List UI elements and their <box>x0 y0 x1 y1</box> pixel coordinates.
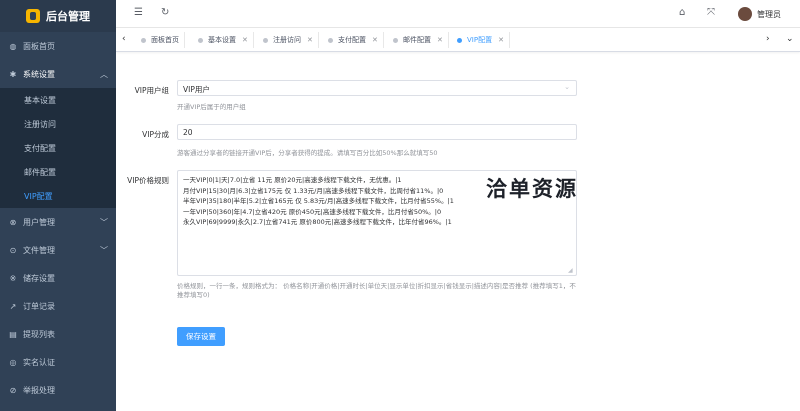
sidebar-item-label: 用户管理 <box>23 217 55 227</box>
tag-label: 注册访问 <box>273 36 301 44</box>
vip-share-value: 20 <box>183 128 193 137</box>
tag-register[interactable]: 注册访问 ✕ <box>258 32 319 48</box>
resize-handle-icon[interactable]: ◢ <box>568 267 573 274</box>
vip-group-value: VIP用户 <box>183 85 210 94</box>
tag-dot-icon <box>328 37 333 43</box>
sidebar-item-label: 举报处理 <box>23 385 55 395</box>
sidebar-item-verify[interactable]: ◎ 实名认证 <box>0 348 116 376</box>
avatar[interactable] <box>738 7 752 21</box>
submenu-item-basic[interactable]: 基本设置 <box>0 88 116 112</box>
sidebar-item-orders[interactable]: ↗ 订单记录 <box>0 292 116 320</box>
app-logo[interactable]: 后台管理 <box>0 0 116 32</box>
sidebar-item-label: 面板首页 <box>23 41 55 51</box>
submenu-item-mail[interactable]: 邮件配置 <box>0 160 116 184</box>
vip-group-hint: 开通VIP后属于的用户组 <box>177 103 246 111</box>
dashboard-icon: ◍ <box>9 41 17 51</box>
close-icon[interactable]: ✕ <box>498 36 504 44</box>
tag-dot-icon <box>198 37 203 43</box>
submenu-item-register[interactable]: 注册访问 <box>0 112 116 136</box>
vip-share-label: VIP分成 <box>142 130 169 139</box>
tag-dot-icon <box>457 37 462 43</box>
vip-share-input[interactable]: 20 <box>177 124 577 140</box>
tag-label: 支付配置 <box>338 36 366 44</box>
chevron-up-icon: ︿ <box>100 69 108 79</box>
logo-icon <box>26 9 40 23</box>
tag-label: 面板首页 <box>151 36 179 44</box>
tag-dot-icon <box>393 37 398 43</box>
storage-icon: ※ <box>9 273 17 283</box>
main-content: VIP用户组 VIP用户 ⌄ 开通VIP后属于的用户组 VIP分成 20 游客通… <box>116 53 800 411</box>
refresh-icon[interactable]: ↻ <box>161 7 169 18</box>
sidebar-item-users[interactable]: ⊗ 用户管理 ﹀ <box>0 208 116 236</box>
gear-icon: ✱ <box>9 69 17 79</box>
vip-price-hint: 价格规则，一行一条，规则格式为： 价格名称|开通价格|开通时长|单位天|显示单位… <box>177 282 576 299</box>
withdraw-icon: ▤ <box>9 329 17 339</box>
home-icon[interactable]: ⌂ <box>679 7 685 18</box>
sidebar: 后台管理 ◍ 面板首页 ✱ 系统设置 ︿ 基本设置 注册访问 支付配置 邮件配置… <box>0 0 116 411</box>
username[interactable]: 管理员 <box>757 9 781 20</box>
tags-view: ‹ 面板首页 基本设置 ✕ 注册访问 ✕ 支付配置 ✕ 邮件配置 ✕ VIP配置… <box>116 28 800 52</box>
tag-vip[interactable]: VIP配置 ✕ <box>452 32 510 48</box>
order-icon: ↗ <box>9 301 17 311</box>
close-icon[interactable]: ✕ <box>437 36 443 44</box>
chevron-down-icon: ﹀ <box>100 217 108 227</box>
close-icon[interactable]: ✕ <box>307 36 313 44</box>
vip-group-label: VIP用户组 <box>134 86 169 95</box>
tag-label: 邮件配置 <box>403 36 431 44</box>
sidebar-item-label: 提现列表 <box>23 329 55 339</box>
system-settings-submenu: 基本设置 注册访问 支付配置 邮件配置 VIP配置 <box>0 88 116 208</box>
tag-dot-icon <box>141 37 146 43</box>
vip-price-label: VIP价格规则 <box>127 176 169 185</box>
sidebar-item-dashboard[interactable]: ◍ 面板首页 <box>0 32 116 60</box>
tag-basic[interactable]: 基本设置 ✕ <box>193 32 254 48</box>
report-icon: ⊘ <box>9 385 17 395</box>
top-navbar: ☰ ↻ ⌂ ⤧ 管理员 <box>116 0 800 28</box>
vip-group-select[interactable]: VIP用户 ⌄ <box>177 80 577 96</box>
chevron-left-icon[interactable]: ‹ <box>122 34 126 44</box>
submenu-item-payment[interactable]: 支付配置 <box>0 136 116 160</box>
vip-share-hint: 游客通过分享者的链接开通VIP后，分享者获得的提成。请填写百分比如50%那么就填… <box>177 149 438 157</box>
tag-label: 基本设置 <box>208 36 236 44</box>
chevron-right-icon[interactable]: › <box>766 34 770 44</box>
watermark-text: 洽单资源 <box>486 177 578 201</box>
app-title: 后台管理 <box>46 10 90 23</box>
save-button[interactable]: 保存设置 <box>177 327 225 346</box>
tag-dashboard[interactable]: 面板首页 <box>136 32 185 48</box>
sidebar-item-system-settings[interactable]: ✱ 系统设置 ︿ <box>0 60 116 88</box>
sidebar-item-withdraw[interactable]: ▤ 提现列表 <box>0 320 116 348</box>
sidebar-item-label: 系统设置 <box>23 69 55 79</box>
close-icon[interactable]: ✕ <box>372 36 378 44</box>
submenu-item-vip[interactable]: VIP配置 <box>0 184 116 208</box>
tag-dot-icon <box>263 37 268 43</box>
hamburger-icon[interactable]: ☰ <box>134 7 143 18</box>
fullscreen-icon[interactable]: ⤧ <box>707 7 715 18</box>
close-icon[interactable]: ✕ <box>242 36 248 44</box>
tag-mail[interactable]: 邮件配置 ✕ <box>388 32 449 48</box>
sidebar-item-label: 订单记录 <box>23 301 55 311</box>
verify-icon: ◎ <box>9 357 17 367</box>
tag-payment[interactable]: 支付配置 ✕ <box>323 32 384 48</box>
sidebar-item-storage[interactable]: ※ 储存设置 <box>0 264 116 292</box>
chevron-down-icon[interactable]: ⌄ <box>786 34 794 44</box>
chevron-down-icon: ﹀ <box>100 245 108 255</box>
sidebar-item-files[interactable]: ⊙ 文件管理 ﹀ <box>0 236 116 264</box>
folder-icon: ⊙ <box>9 245 17 255</box>
sidebar-item-label: 实名认证 <box>23 357 55 367</box>
chevron-down-icon: ⌄ <box>564 83 570 91</box>
sidebar-item-label: 文件管理 <box>23 245 55 255</box>
sidebar-item-reports[interactable]: ⊘ 举报处理 <box>0 376 116 404</box>
tag-label: VIP配置 <box>467 36 493 44</box>
sidebar-item-label: 储存设置 <box>23 273 55 283</box>
user-icon: ⊗ <box>9 217 17 227</box>
